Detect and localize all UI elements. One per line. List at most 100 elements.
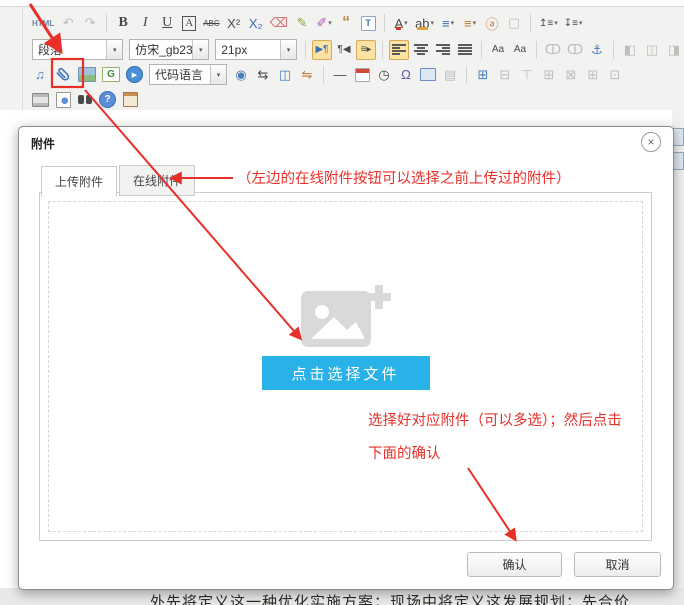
toolbar-separator: [536, 41, 537, 59]
remove-link-button[interactable]: ↀ: [565, 40, 585, 60]
bordered-a-icon: A: [182, 16, 196, 31]
template-button[interactable]: [120, 90, 140, 110]
ordered-list-button[interactable]: ≡▾: [438, 13, 458, 33]
paragraph-spacing-icon: ↧≡: [564, 18, 578, 29]
annotation-line-1: 选择好对应附件（可以多选）；然后点击: [368, 405, 622, 438]
ltr-direction-button[interactable]: ▶¶: [312, 40, 332, 60]
editor-page: HTML ↶ ↷ B I U A ABC X² X₂ ⌫ ✎ ✐▾ “ T A▾…: [0, 0, 684, 605]
delete-table-button[interactable]: ⊟: [495, 65, 515, 85]
to-uppercase-button[interactable]: Aa: [488, 40, 508, 60]
special-char-button[interactable]: Ω: [396, 65, 416, 85]
insert-image-button[interactable]: [76, 65, 98, 85]
subscript-button[interactable]: X₂: [246, 13, 266, 33]
align-justify-button[interactable]: [455, 40, 475, 60]
columns-button[interactable]: ◫: [275, 65, 295, 85]
to-lowercase-button[interactable]: Aa: [510, 40, 530, 60]
align-left-button[interactable]: [389, 40, 409, 60]
binoculars-icon: [77, 95, 93, 105]
superscript-button[interactable]: X²: [224, 13, 244, 33]
scrawl-button[interactable]: ◉: [231, 65, 251, 85]
page-background-bottom: 外先将定义这一种优化实施方案；现场中将定义这发展规划；先合价: [0, 588, 684, 605]
insert-col-button[interactable]: ⊞: [583, 65, 603, 85]
new-document-button[interactable]: ▢: [504, 13, 524, 33]
anchor-button[interactable]: ⚓: [587, 40, 607, 60]
chevron-down-icon: ▾: [328, 19, 332, 27]
preview-button[interactable]: [53, 90, 73, 110]
clipboard-t-icon: T: [361, 16, 376, 31]
printer-icon: [32, 93, 49, 107]
font-color-button[interactable]: A▾: [391, 13, 411, 33]
font-border-button[interactable]: A: [179, 13, 199, 33]
tab-online-attachment[interactable]: 在线附件: [119, 165, 195, 196]
superscript-icon: X²: [227, 16, 240, 31]
autotypeset-button[interactable]: ✐▾: [314, 13, 334, 33]
insert-table-button[interactable]: ⊞: [473, 65, 493, 85]
find-replace-button[interactable]: [75, 90, 95, 110]
bold-button[interactable]: B: [113, 13, 133, 33]
help-button[interactable]: ?: [97, 90, 118, 110]
doc-convert-button[interactable]: ⇋: [297, 65, 317, 85]
anchor-a-button[interactable]: ⓐ: [482, 13, 502, 33]
insert-video-button[interactable]: ▶: [124, 65, 145, 85]
page-break-button[interactable]: ⇆: [253, 65, 273, 85]
insert-date-button[interactable]: [352, 65, 372, 85]
anchor-icon: ⚓: [591, 42, 603, 58]
screenshot-button[interactable]: [418, 65, 438, 85]
font-size-select[interactable]: 21px▾: [215, 39, 297, 60]
remove-format-button[interactable]: ⌫: [268, 13, 290, 33]
paragraph-style-select[interactable]: 段落▾: [32, 39, 123, 60]
editor-toolbar: HTML ↶ ↷ B I U A ABC X² X₂ ⌫ ✎ ✐▾ “ T A▾…: [0, 6, 684, 110]
insert-time-button[interactable]: ◷: [374, 65, 394, 85]
redo-icon: ↷: [85, 15, 96, 31]
print-button[interactable]: [30, 90, 51, 110]
screenshot-icon: [420, 68, 436, 81]
dialog-tabs: 上传附件 在线附件: [41, 165, 197, 196]
image-float-left-button[interactable]: ◧: [620, 40, 640, 60]
view-html-button[interactable]: HTML: [30, 13, 56, 33]
highlight-color-button[interactable]: ab▾: [413, 13, 436, 33]
insert-music-button[interactable]: ♫: [30, 65, 50, 85]
image-center-button[interactable]: ◫: [642, 40, 662, 60]
table-title-icon: ⊤: [521, 67, 532, 83]
line-spacing-button[interactable]: ↥≡▾: [537, 13, 560, 33]
cancel-button[interactable]: 取消: [574, 552, 661, 577]
page-break-icon: ⇆: [258, 67, 269, 83]
align-center-button[interactable]: [411, 40, 431, 60]
table-title-button[interactable]: ⊤: [517, 65, 537, 85]
highlight-icon: ab: [415, 16, 429, 31]
blockquote-button[interactable]: “: [336, 13, 356, 33]
format-brush-button[interactable]: ✎: [292, 13, 312, 33]
first-line-indent-button[interactable]: ≡▸: [356, 40, 376, 60]
merge-cells-button[interactable]: ⊠: [561, 65, 581, 85]
font-family-select[interactable]: 仿宋_gb231▾: [129, 39, 209, 60]
close-icon[interactable]: ×: [641, 132, 661, 152]
insert-row-button[interactable]: ⊞: [539, 65, 559, 85]
tab-upload-attachment[interactable]: 上传附件: [41, 166, 117, 197]
underline-button[interactable]: U: [157, 13, 177, 33]
italic-button[interactable]: I: [135, 13, 155, 33]
google-map-button[interactable]: G: [100, 65, 122, 85]
horizontal-rule-button[interactable]: —: [330, 65, 350, 85]
select-file-button[interactable]: 点击选择文件: [262, 356, 430, 390]
align-right-button[interactable]: [433, 40, 453, 60]
align-left-icon: [392, 44, 406, 55]
code-language-select[interactable]: 代码语言▾: [149, 64, 227, 85]
confirm-button[interactable]: 确认: [467, 552, 562, 577]
strikethrough-button[interactable]: ABC: [201, 13, 221, 33]
redo-button[interactable]: ↷: [80, 13, 100, 33]
unordered-list-button[interactable]: ≡▾: [460, 13, 480, 33]
toolbar-row-4: ?: [30, 87, 684, 112]
lowercase-icon: Aa: [514, 44, 526, 55]
undo-button[interactable]: ↶: [58, 13, 78, 33]
word-image-button[interactable]: ▤: [440, 65, 460, 85]
paragraph-spacing-button[interactable]: ↧≡▾: [562, 13, 585, 33]
undo-icon: ↶: [63, 15, 74, 31]
image-float-right-button[interactable]: ◨: [664, 40, 684, 60]
merge-cells-icon: ⊠: [566, 67, 577, 83]
rtl-direction-button[interactable]: ¶◀: [334, 40, 354, 60]
split-cells-button[interactable]: ⊡: [605, 65, 625, 85]
insert-link-button[interactable]: ↀ: [543, 40, 563, 60]
attachment-button[interactable]: [52, 65, 74, 85]
paste-as-text-button[interactable]: T: [358, 13, 378, 33]
delete-table-icon: ⊟: [500, 67, 511, 83]
